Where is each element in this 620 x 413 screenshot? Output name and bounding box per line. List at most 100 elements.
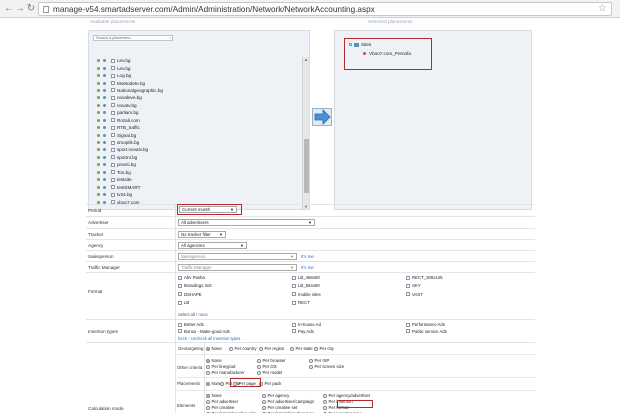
salesperson-select[interactable]: Salesperson ▼ [178, 253, 297, 260]
placement-checkbox[interactable] [111, 162, 115, 167]
scroll-up-icon[interactable]: ▲ [303, 57, 309, 62]
format-option[interactable]: DSHAPE [178, 292, 202, 297]
insertion-type-option[interactable]: Public service Ads [406, 329, 447, 334]
radio[interactable] [323, 399, 327, 404]
collapse-icon[interactable] [349, 43, 352, 46]
placement-checkbox[interactable] [111, 170, 115, 175]
format-option[interactable]: VAST [406, 292, 423, 297]
move-to-selected-button[interactable] [312, 108, 332, 126]
checkbox[interactable] [406, 275, 410, 280]
expand-icon[interactable] [97, 178, 100, 182]
radio[interactable] [262, 399, 266, 404]
tree-item[interactable]: sport.novatv.bg [97, 146, 297, 153]
traffic-manager-its-me-link[interactable]: It's me [301, 265, 314, 270]
checkbox[interactable] [178, 322, 182, 327]
geotargeting-option[interactable]: Per city [314, 346, 334, 351]
agency-select[interactable]: All agencies ▼ [178, 242, 247, 249]
tree-item[interactable]: smoptik.bg [97, 139, 297, 146]
expand-icon[interactable] [97, 118, 100, 122]
traffic-manager-select[interactable]: Traffic Manager ▼ [178, 264, 297, 271]
tree-item[interactable]: Ton.bg [97, 169, 297, 176]
placement-checkbox[interactable] [111, 58, 115, 63]
placement-checkbox[interactable] [111, 95, 115, 100]
expand-icon[interactable] [97, 193, 100, 197]
checkbox[interactable] [178, 283, 182, 288]
clear-search-icon[interactable]: × [169, 36, 171, 41]
element-option[interactable]: Per agency/advertiser [323, 393, 370, 398]
placement-checkbox[interactable] [111, 81, 115, 86]
placement-checkbox[interactable] [111, 192, 115, 197]
checkbox[interactable] [406, 292, 410, 297]
expand-icon[interactable] [97, 141, 100, 145]
radio[interactable] [323, 393, 327, 398]
radio[interactable] [257, 358, 261, 363]
other-criteria-option[interactable]: Per model [257, 370, 282, 375]
expand-icon[interactable] [97, 66, 100, 70]
scrollbar-thumb[interactable] [304, 139, 309, 193]
radio[interactable] [290, 346, 294, 351]
element-option[interactable]: None [206, 393, 222, 398]
insertion-type-option[interactable]: Performance Ads [406, 322, 445, 327]
tree-item[interactable]: Rozali.com [97, 117, 297, 124]
placement-checkbox[interactable] [111, 177, 115, 182]
tree-item[interactable]: testsite [97, 176, 297, 183]
element-option[interactable]: Per creative [206, 405, 234, 410]
advertiser-select[interactable]: All advertisers ▼ [178, 219, 315, 226]
format-select-none-link[interactable]: none [199, 312, 208, 317]
insertion-type-option[interactable]: Bonus - Make-good Ads [178, 329, 230, 334]
geotargeting-option[interactable]: Per region [259, 346, 284, 351]
format-option[interactable]: SKY [406, 283, 421, 288]
format-option[interactable]: LB [178, 300, 189, 305]
radio[interactable] [206, 358, 210, 363]
tree-item[interactable]: sportni.bg [97, 154, 297, 161]
checkbox[interactable] [178, 275, 182, 280]
checkbox[interactable] [178, 300, 182, 305]
tree-item[interactable]: pravni.bg [97, 161, 297, 168]
uncheck-all-link[interactable]: Uncheck all insertion types [191, 336, 241, 341]
checkbox[interactable] [292, 292, 296, 297]
radio[interactable] [206, 346, 210, 351]
expand-icon[interactable] [97, 96, 100, 100]
radio[interactable] [257, 364, 261, 369]
radio[interactable] [259, 346, 263, 351]
tree-item[interactable]: Lev.bg [97, 64, 297, 71]
checkbox[interactable] [178, 329, 182, 334]
radio[interactable] [257, 370, 261, 375]
radio[interactable] [206, 381, 210, 386]
other-criteria-option[interactable]: Per OS [257, 364, 277, 369]
radio[interactable] [206, 370, 210, 375]
radio[interactable] [229, 346, 233, 351]
placement-checkbox[interactable] [111, 110, 115, 115]
insertion-type-option[interactable]: In-house Ad [292, 322, 321, 327]
placement-checkbox[interactable] [111, 185, 115, 190]
tree-item[interactable]: novatv.bg [97, 102, 297, 109]
selected-placement-item[interactable]: Vboo7.com_Prenofa [363, 51, 411, 56]
expand-icon[interactable] [97, 155, 100, 159]
placement-checkbox[interactable] [111, 155, 115, 160]
placement-option[interactable]: Per pack [259, 381, 281, 386]
expand-icon[interactable] [97, 133, 100, 137]
checkbox[interactable] [292, 283, 296, 288]
other-criteria-option[interactable]: Per manufacturer [206, 370, 245, 375]
tree-item[interactable]: parliam.bg [97, 109, 297, 116]
radio[interactable] [206, 393, 210, 398]
format-option[interactable]: Brandings 3x0 [178, 283, 211, 288]
insertion-type-option[interactable]: Pay Ads [292, 329, 314, 334]
radio[interactable] [206, 405, 210, 410]
radio[interactable] [206, 399, 210, 404]
other-criteria-option[interactable]: None [206, 358, 222, 363]
other-criteria-option[interactable]: Per browser [257, 358, 286, 363]
format-option[interactable]: Abv Pasha [178, 275, 205, 280]
radio[interactable] [323, 405, 327, 410]
salesperson-its-me-link[interactable]: It's me [301, 254, 314, 259]
placement-checkbox[interactable] [111, 118, 115, 123]
placement-checkbox[interactable] [111, 88, 115, 93]
element-option[interactable]: Per advertiser [206, 399, 238, 404]
element-option[interactable]: Per advertiser/campaign [262, 399, 314, 404]
tree-item[interactable]: novaleve.bg [97, 94, 297, 101]
checkbox[interactable] [406, 283, 410, 288]
checkbox[interactable] [406, 329, 410, 334]
checkbox[interactable] [292, 322, 296, 327]
expand-icon[interactable] [97, 126, 100, 130]
geotargeting-option[interactable]: None [206, 346, 222, 351]
